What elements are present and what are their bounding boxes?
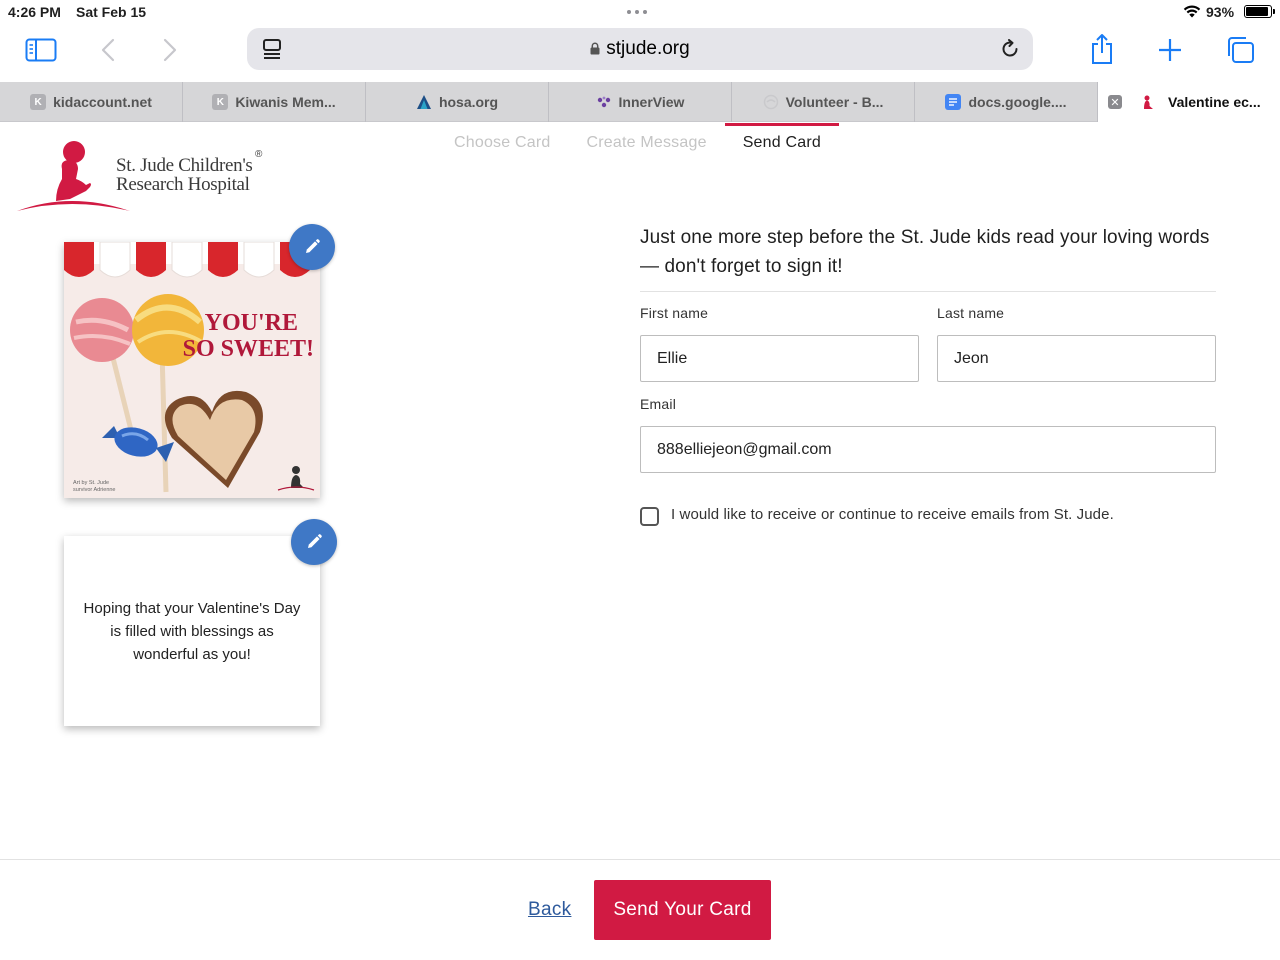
page: St. Jude Children's Research Hospital ® … <box>0 123 1280 960</box>
tab-label: kidaccount.net <box>53 94 152 110</box>
email-optin-label[interactable]: I would like to receive or continue to r… <box>671 506 1114 523</box>
tab-label: hosa.org <box>438 94 499 110</box>
tab-label: Kiwanis Mem... <box>235 94 336 110</box>
status-bar: 4:26 PM Sat Feb 15 93% <box>0 0 1280 24</box>
reload-icon[interactable] <box>999 38 1021 60</box>
wifi-icon <box>1183 5 1201 18</box>
step-choose-card[interactable]: Choose Card <box>436 123 568 163</box>
url-text: stjude.org <box>606 38 690 59</box>
divider <box>640 291 1216 292</box>
status-date: Sat Feb 15 <box>76 4 147 20</box>
logo-line-1: St. Jude Children's <box>116 155 253 176</box>
tab-label: InnerView <box>618 94 685 110</box>
tab-kiwanis[interactable]: K Kiwanis Mem... <box>183 82 366 122</box>
edit-card-button[interactable] <box>289 224 335 270</box>
email-field[interactable] <box>640 426 1216 473</box>
last-name-label: Last name <box>937 305 1005 321</box>
step-create-message[interactable]: Create Message <box>568 123 724 163</box>
innerview-favicon-icon <box>597 96 610 108</box>
pencil-icon <box>306 239 320 253</box>
battery-icon <box>1244 5 1275 18</box>
browser-toolbar: stjude.org <box>0 24 1280 82</box>
battery-percent: 93% <box>1206 4 1235 20</box>
share-icon[interactable] <box>1088 32 1116 66</box>
send-card-button[interactable]: Send Your Card <box>594 880 771 940</box>
card-front-preview: YOU'RE SO SWEET! Art by St. Jude survivo… <box>64 242 320 498</box>
logo-line-2: Research Hospital <box>116 174 250 195</box>
volunteer-favicon-icon <box>763 94 778 110</box>
progress-steps: Choose Card Create Message Send Card <box>436 123 840 163</box>
tab-innerview[interactable]: InnerView <box>549 82 732 122</box>
registered-mark: ® <box>255 149 263 160</box>
last-name-field[interactable] <box>937 335 1216 382</box>
back-link[interactable]: Back <box>528 899 571 921</box>
sign-card-form: Just one more step before the St. Jude k… <box>640 223 1216 526</box>
art-credit-2: survivor Adrienne <box>73 487 116 493</box>
tabs-icon[interactable] <box>1224 35 1256 65</box>
tab-label: Volunteer - B... <box>785 94 884 110</box>
tab-bar: K kidaccount.net K Kiwanis Mem... hosa.o… <box>0 82 1280 122</box>
k-favicon-icon: K <box>30 94 47 110</box>
tab-valentine[interactable]: ✕ Valentine ec... <box>1098 82 1280 122</box>
status-time: 4:26 PM <box>8 4 61 20</box>
email-label: Email <box>640 396 677 412</box>
tab-docs[interactable]: docs.google.... <box>915 82 1098 122</box>
card-front-text-2: SO SWEET! <box>183 336 314 362</box>
google-docs-icon <box>945 94 962 110</box>
tab-label: Valentine ec... <box>1168 94 1261 110</box>
sidebar-icon[interactable] <box>24 36 58 64</box>
pencil-icon <box>308 534 322 548</box>
forward-icon[interactable] <box>160 36 180 64</box>
k-favicon-icon: K <box>212 94 229 110</box>
form-headline: Just one more step before the St. Jude k… <box>640 227 1210 277</box>
stjude-logo[interactable]: St. Jude Children's Research Hospital ® <box>16 139 276 231</box>
first-name-field[interactable] <box>640 335 919 382</box>
close-tab-icon[interactable]: ✕ <box>1108 95 1122 109</box>
hosa-favicon-icon <box>416 95 431 109</box>
tab-volunteer[interactable]: Volunteer - B... <box>732 82 915 122</box>
tab-kidaccount[interactable]: K kidaccount.net <box>0 82 183 122</box>
email-optin-checkbox[interactable] <box>640 507 659 526</box>
card-front-text-1: YOU'RE <box>205 310 298 336</box>
card-message-text: Hoping that your Valentine's Day is fill… <box>83 599 301 663</box>
new-tab-icon[interactable] <box>1156 36 1184 64</box>
step-send-card[interactable]: Send Card <box>724 123 840 163</box>
multitasking-dots-icon[interactable] <box>627 10 647 14</box>
stjude-favicon-icon <box>1144 95 1153 109</box>
edit-message-button[interactable] <box>291 519 337 565</box>
page-footer: Back Send Your Card <box>0 859 1280 960</box>
stjude-child-silhouette-icon <box>17 141 130 211</box>
back-icon[interactable] <box>98 36 118 64</box>
url-display[interactable]: stjude.org <box>247 38 1033 60</box>
address-bar[interactable]: stjude.org <box>247 28 1033 70</box>
card-artwork: YOU'RE SO SWEET! Art by St. Jude survivo… <box>64 242 320 498</box>
lock-icon <box>590 42 600 55</box>
card-message-preview: Hoping that your Valentine's Day is fill… <box>64 536 320 726</box>
first-name-label: First name <box>640 305 709 321</box>
tab-hosa[interactable]: hosa.org <box>366 82 549 122</box>
art-credit-1: Art by St. Jude <box>73 480 109 486</box>
tab-label: docs.google.... <box>968 94 1067 110</box>
logo-text: St. Jude Children's Research Hospital <box>116 156 253 194</box>
